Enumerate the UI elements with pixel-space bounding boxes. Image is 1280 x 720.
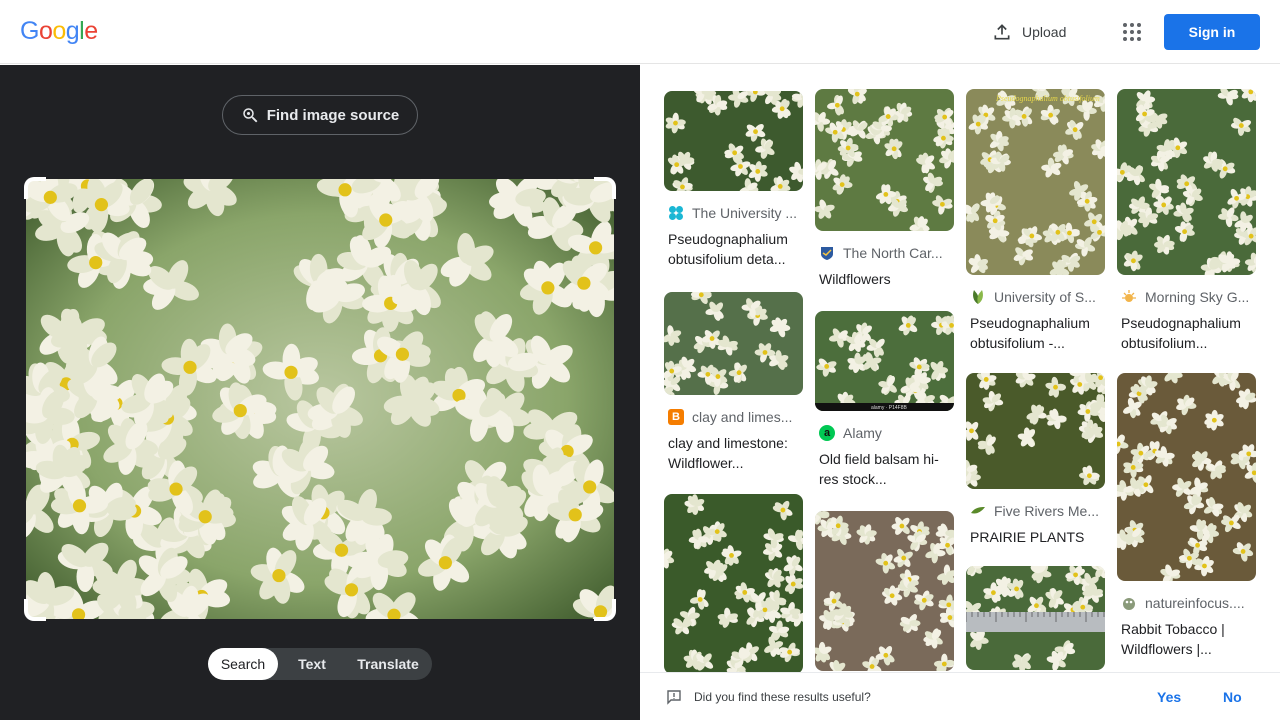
alamy-icon: a bbox=[819, 425, 835, 441]
result-source-name: Morning Sky G... bbox=[1145, 289, 1250, 305]
crop-handle-bottom-left[interactable] bbox=[24, 599, 46, 621]
result-thumbnail[interactable] bbox=[815, 511, 954, 671]
result-thumbnail[interactable]: alamy · P14F8B bbox=[815, 311, 954, 411]
result-card[interactable]: Pseudognaphalium obtusifolium University… bbox=[966, 89, 1105, 353]
result-source-name: clay and limes... bbox=[692, 409, 793, 425]
result-thumbnail[interactable]: Pseudognaphalium obtusifolium bbox=[966, 89, 1105, 275]
result-card[interactable]: Morning Sky G... Pseudognaphalium obtusi… bbox=[1117, 89, 1256, 353]
result-thumbnail[interactable] bbox=[664, 91, 803, 191]
result-title[interactable]: Pseudognaphalium obtusifolium deta... bbox=[664, 229, 803, 269]
result-source[interactable]: The University ... bbox=[664, 203, 803, 223]
result-source-name: Alamy bbox=[843, 425, 882, 441]
feedback-question: Did you find these results useful? bbox=[694, 690, 871, 704]
find-image-source-button[interactable]: Find image source bbox=[222, 95, 418, 135]
crop-handle-bottom-right[interactable] bbox=[594, 599, 616, 621]
result-source-name: University of S... bbox=[994, 289, 1096, 305]
feedback-icon bbox=[667, 690, 681, 705]
result-thumbnail[interactable] bbox=[1117, 89, 1256, 275]
shield-icon bbox=[819, 245, 835, 261]
lens-query-panel: Find image source Search Text Translate bbox=[0, 65, 640, 720]
tab-text[interactable]: Text bbox=[278, 648, 346, 680]
google-logo[interactable]: Google bbox=[20, 17, 98, 46]
upload-label: Upload bbox=[1022, 24, 1067, 40]
result-card[interactable] bbox=[664, 494, 803, 674]
result-source[interactable]: a Alamy bbox=[815, 423, 954, 443]
result-title[interactable]: Pseudognaphalium obtusifolium... bbox=[1117, 313, 1256, 353]
result-source[interactable]: Morning Sky G... bbox=[1117, 287, 1256, 307]
result-source-name: The University ... bbox=[692, 205, 798, 221]
result-thumbnail[interactable] bbox=[815, 89, 954, 231]
result-source-name: natureinfocus.... bbox=[1145, 595, 1245, 611]
leaf-icon bbox=[970, 503, 986, 519]
result-source[interactable]: University of S... bbox=[966, 287, 1105, 307]
lens-mode-tabs: Search Text Translate bbox=[208, 648, 432, 680]
tab-search[interactable]: Search bbox=[208, 648, 278, 680]
frog-icon bbox=[1121, 595, 1137, 611]
logo-letter: G bbox=[20, 17, 39, 45]
butterfly-icon bbox=[668, 205, 684, 221]
result-card[interactable] bbox=[966, 566, 1105, 670]
feedback-bar: Did you find these results useful? Yes N… bbox=[640, 672, 1280, 720]
logo-letter: e bbox=[84, 17, 98, 45]
result-source-name: Five Rivers Me... bbox=[994, 503, 1100, 519]
upload-icon bbox=[994, 24, 1010, 40]
result-card[interactable]: Five Rivers Me... PRAIRIE PLANTS bbox=[966, 373, 1105, 547]
result-thumbnail[interactable] bbox=[1117, 373, 1256, 581]
result-title[interactable]: Rabbit Tobacco | Wildflowers |... bbox=[1117, 619, 1256, 659]
result-card[interactable]: B clay and limes... clay and limestone: … bbox=[664, 292, 803, 473]
feedback-yes-button[interactable]: Yes bbox=[1157, 689, 1181, 705]
visual-matches-panel: The University ... Pseudognaphalium obtu… bbox=[640, 65, 1280, 720]
top-bar: Google Upload Sign in bbox=[0, 0, 1280, 64]
result-title[interactable]: PRAIRIE PLANTS bbox=[966, 527, 1105, 547]
feedback-no-button[interactable]: No bbox=[1223, 689, 1242, 705]
result-source-name: The North Car... bbox=[843, 245, 943, 261]
result-title[interactable]: Old field balsam hi-res stock... bbox=[815, 449, 954, 489]
leaf-icon bbox=[970, 289, 986, 305]
crop-handle-top-left[interactable] bbox=[24, 177, 46, 199]
result-card[interactable]: natureinfocus.... Rabbit Tobacco | Wildf… bbox=[1117, 373, 1256, 659]
logo-letter: o bbox=[52, 17, 66, 45]
logo-letter: g bbox=[65, 17, 80, 45]
result-card[interactable]: The North Car... Wildflowers bbox=[815, 89, 954, 289]
result-source[interactable]: B clay and limes... bbox=[664, 407, 803, 427]
blogger-icon: B bbox=[668, 409, 684, 425]
find-image-source-label: Find image source bbox=[266, 106, 400, 124]
tab-translate[interactable]: Translate bbox=[346, 648, 430, 680]
result-thumbnail[interactable] bbox=[966, 373, 1105, 489]
crop-handle-top-right[interactable] bbox=[594, 177, 616, 199]
apps-grid-icon[interactable] bbox=[1120, 20, 1144, 44]
result-card[interactable] bbox=[815, 511, 954, 671]
result-title[interactable]: Wildflowers bbox=[815, 269, 954, 289]
query-image[interactable] bbox=[26, 179, 614, 619]
result-source[interactable]: natureinfocus.... bbox=[1117, 593, 1256, 613]
sun-icon bbox=[1121, 289, 1137, 305]
logo-letter: o bbox=[38, 17, 53, 45]
result-card[interactable]: The University ... Pseudognaphalium obtu… bbox=[664, 91, 803, 269]
lens-search-icon bbox=[242, 108, 258, 123]
result-thumbnail[interactable] bbox=[664, 494, 803, 674]
result-title[interactable]: Pseudognaphalium obtusifolium -... bbox=[966, 313, 1105, 353]
result-thumbnail[interactable] bbox=[664, 292, 803, 395]
sign-in-button[interactable]: Sign in bbox=[1164, 14, 1260, 50]
result-thumbnail[interactable] bbox=[966, 566, 1105, 670]
result-source[interactable]: Five Rivers Me... bbox=[966, 501, 1105, 521]
svg-text:alamy · P14F8B: alamy · P14F8B bbox=[871, 405, 908, 411]
result-title[interactable]: clay and limestone: Wildflower... bbox=[664, 433, 803, 473]
upload-button[interactable]: Upload bbox=[992, 20, 1066, 44]
svg-text:Pseudognaphalium obtusifolium: Pseudognaphalium obtusifolium bbox=[995, 94, 1100, 103]
result-card[interactable]: alamy · P14F8B a Alamy Old field balsam … bbox=[815, 311, 954, 489]
result-source[interactable]: The North Car... bbox=[815, 243, 954, 263]
